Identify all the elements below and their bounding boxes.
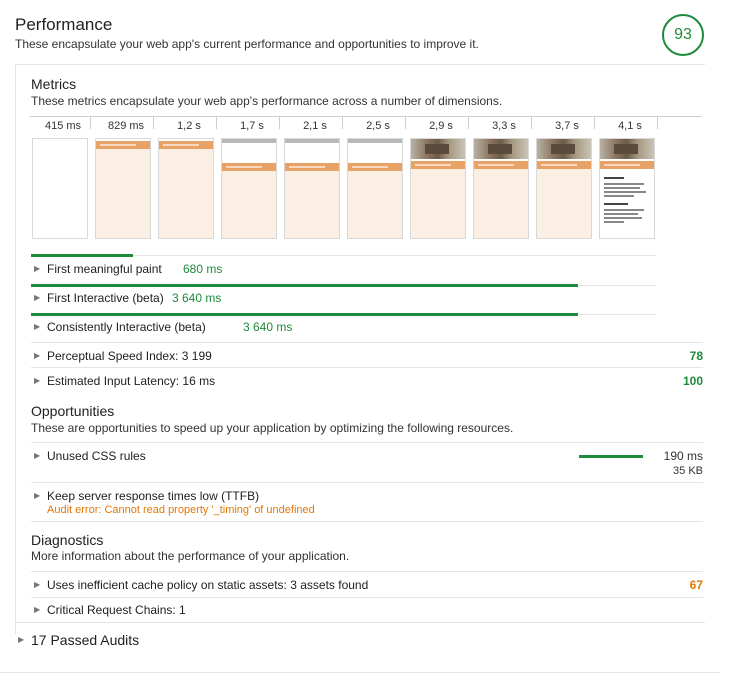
expand-triangle-icon: ▶ — [18, 635, 25, 644]
expand-triangle-icon: ▶ — [34, 376, 41, 385]
expand-triangle-icon: ▶ — [34, 293, 41, 302]
diagnostic-label: Uses inefficient cache policy on static … — [47, 578, 369, 592]
metric-bar-first-meaningful-paint — [31, 254, 133, 257]
filmstrip-frame — [284, 138, 340, 239]
metric-row-consistently-interactive[interactable]: ▶ Consistently Interactive (beta) 3 640 … — [31, 319, 656, 339]
metrics-description: These metrics encapsulate your web app's… — [31, 94, 503, 108]
filmstrip-time: 829 ms — [107, 120, 145, 132]
opportunity-time: 190 ms — [663, 449, 703, 463]
metric-label: Consistently Interactive (beta) — [47, 320, 206, 334]
filmstrip-tick — [594, 116, 595, 129]
filmstrip-tick — [468, 116, 469, 129]
metric-label: First Interactive (beta) — [47, 291, 164, 305]
row-divider — [31, 482, 703, 483]
opportunity-label: Unused CSS rules — [47, 449, 146, 463]
metric-label: Estimated Input Latency: 16 ms — [47, 374, 216, 388]
metric-bar-first-interactive — [31, 284, 578, 287]
filmstrip-time: 415 ms — [44, 120, 82, 132]
filmstrip-time: 3,7 s — [555, 120, 579, 132]
filmstrip-time: 4,1 s — [618, 120, 642, 132]
expand-triangle-icon: ▶ — [34, 580, 41, 589]
filmstrip-tick — [279, 116, 280, 129]
audit-score: 100 — [682, 374, 703, 388]
metric-value: 3 640 ms — [243, 320, 293, 334]
metric-row-perceptual-speed-index[interactable]: ▶ Perceptual Speed Index: 3 199 78 — [31, 348, 703, 368]
diagnostics-description: More information about the performance o… — [31, 549, 350, 563]
score-value: 93 — [674, 26, 692, 43]
expand-triangle-icon: ▶ — [34, 264, 41, 273]
metric-row-estimated-input-latency[interactable]: ▶ Estimated Input Latency: 16 ms 100 — [31, 373, 703, 393]
category-description: These encapsulate your web app's current… — [15, 37, 479, 51]
filmstrip-frame — [158, 138, 214, 239]
filmstrip-time: 2,1 s — [303, 120, 327, 132]
filmstrip-tick — [153, 116, 154, 129]
filmstrip-tick — [342, 116, 343, 129]
expand-triangle-icon: ▶ — [34, 322, 41, 331]
metric-value: 3 640 ms — [172, 291, 222, 305]
opportunity-row-ttfb[interactable]: ▶ Keep server response times low (TTFB) … — [31, 488, 703, 518]
filmstrip-time: 3,3 s — [492, 120, 516, 132]
diagnostics-title: Diagnostics — [31, 532, 104, 548]
filmstrip-axis — [30, 116, 702, 117]
expand-triangle-icon: ▶ — [34, 451, 41, 460]
metric-value: 680 ms — [183, 262, 223, 276]
header-divider — [15, 64, 705, 65]
row-divider — [31, 597, 703, 598]
expand-triangle-icon: ▶ — [34, 605, 41, 614]
filmstrip-tick — [531, 116, 532, 129]
metrics-title: Metrics — [31, 76, 77, 92]
opportunity-label: Keep server response times low (TTFB) — [47, 489, 260, 503]
bottom-divider — [0, 672, 720, 673]
score-gauge: 93 — [662, 14, 704, 56]
filmstrip-frame — [473, 138, 529, 239]
opportunities-title: Opportunities — [31, 403, 115, 419]
row-divider — [31, 367, 703, 368]
group-divider — [15, 622, 705, 623]
filmstrip-tick — [90, 116, 91, 129]
filmstrip-time: 1,7 s — [240, 120, 264, 132]
diagnostic-label: Critical Request Chains: 1 — [47, 603, 186, 617]
group-border — [15, 64, 16, 634]
filmstrip-tick — [216, 116, 217, 129]
filmstrip-frame — [410, 138, 466, 239]
passed-audits-toggle[interactable]: ▶ 17 Passed Audits — [15, 631, 705, 651]
row-divider — [31, 521, 703, 522]
category-title: Performance — [15, 15, 113, 34]
opportunities-description: These are opportunities to speed up your… — [31, 421, 514, 435]
filmstrip-frame — [599, 138, 655, 239]
audit-error: Audit error: Cannot read property '_timi… — [47, 504, 315, 516]
filmstrip-frame — [95, 138, 151, 239]
filmstrip-time: 2,9 s — [429, 120, 453, 132]
filmstrip-frame — [347, 138, 403, 239]
audit-score: 78 — [689, 349, 703, 363]
expand-triangle-icon: ▶ — [34, 351, 41, 360]
row-divider — [31, 342, 703, 343]
metric-row-first-interactive[interactable]: ▶ First Interactive (beta) 3 640 ms — [31, 290, 656, 310]
opportunity-size: 35 KB — [673, 465, 703, 477]
filmstrip-time: 1,2 s — [177, 120, 201, 132]
filmstrip-time: 2,5 s — [366, 120, 390, 132]
filmstrip-frame — [536, 138, 592, 239]
audit-score: 67 — [689, 578, 703, 592]
filmstrip-tick — [657, 116, 658, 129]
metric-label: Perceptual Speed Index: 3 199 — [47, 349, 212, 363]
metric-bar-consistently-interactive — [31, 313, 578, 316]
row-divider — [31, 442, 703, 443]
filmstrip-frame — [32, 138, 88, 239]
diagnostic-row-cache-policy[interactable]: ▶ Uses inefficient cache policy on stati… — [31, 577, 703, 597]
filmstrip-tick — [405, 116, 406, 129]
expand-triangle-icon: ▶ — [34, 491, 41, 500]
opportunity-row-unused-css[interactable]: ▶ Unused CSS rules 190 ms 35 KB — [31, 448, 703, 478]
passed-audits-label: 17 Passed Audits — [31, 632, 140, 648]
metric-label: First meaningful paint — [47, 262, 162, 276]
row-divider — [31, 571, 703, 572]
filmstrip-frame — [221, 138, 277, 239]
metric-row-first-meaningful-paint[interactable]: ▶ First meaningful paint 680 ms — [31, 261, 656, 281]
diagnostic-row-critical-request-chains[interactable]: ▶ Critical Request Chains: 1 — [31, 602, 703, 622]
